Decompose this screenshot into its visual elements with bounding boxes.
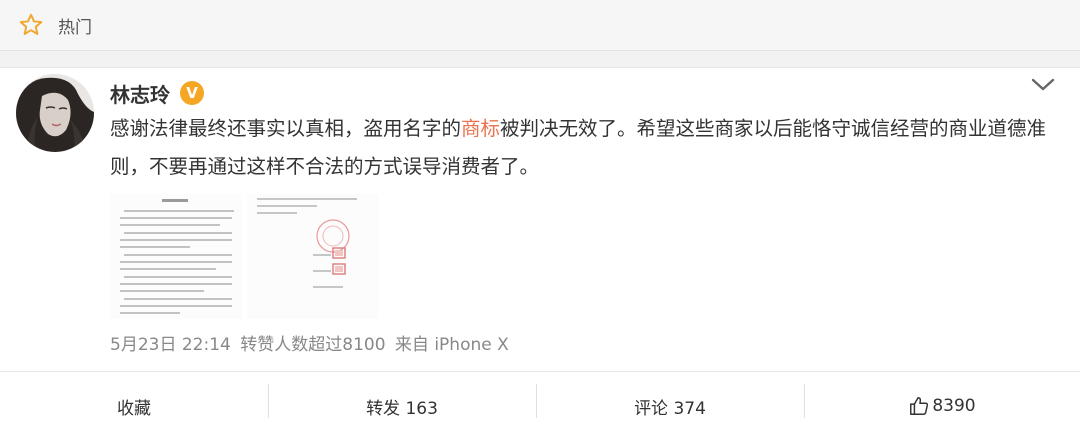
- thumbs-up-icon: [910, 397, 929, 415]
- favorite-button[interactable]: 收藏: [0, 372, 268, 440]
- weibo-post-card: 林志玲 V 感谢法律最终还事实以真相，盗用名字的商标被判决无效了。希望这些商家以…: [0, 67, 1080, 372]
- star-icon[interactable]: [18, 12, 44, 38]
- favorite-label: 收藏: [117, 398, 151, 419]
- post-text: 感谢法律最终还事实以真相，盗用名字的商标被判决无效了。希望这些商家以后能恪守诚信…: [110, 110, 1060, 186]
- action-bar: 收藏 转发 163 评论 374 8390: [0, 371, 1080, 440]
- author-row: 林志玲 V: [110, 76, 204, 110]
- comment-label: 评论 374: [634, 398, 706, 419]
- post-meta: 5月23日 22:14 转赞人数超过8100 来自 iPhone X: [110, 330, 513, 355]
- like-button[interactable]: 8390: [804, 372, 1080, 440]
- chevron-down-icon[interactable]: [1030, 76, 1056, 94]
- post-time[interactable]: 5月23日 22:14: [110, 335, 231, 355]
- post-text-highlight[interactable]: 商标: [461, 117, 500, 140]
- avatar[interactable]: [16, 74, 94, 152]
- document-thumbnail-2[interactable]: [247, 194, 379, 319]
- post-source: 来自 iPhone X: [394, 335, 509, 355]
- post-text-part1: 感谢法律最终还事实以真相，盗用名字的: [110, 117, 462, 140]
- section-gap: [0, 51, 1080, 67]
- like-count: 8390: [932, 396, 976, 416]
- comment-button[interactable]: 评论 374: [536, 372, 804, 440]
- avatar-image: [16, 74, 94, 152]
- verified-badge: V: [180, 81, 204, 105]
- top-header: 热门: [0, 0, 1080, 51]
- author-name[interactable]: 林志玲: [110, 79, 170, 108]
- repost-info: 转赞人数超过8100: [240, 335, 386, 355]
- header-title: 热门: [58, 17, 92, 38]
- repost-label: 转发 163: [366, 398, 438, 419]
- document-thumbnail-1[interactable]: [110, 194, 242, 319]
- repost-button[interactable]: 转发 163: [268, 372, 536, 440]
